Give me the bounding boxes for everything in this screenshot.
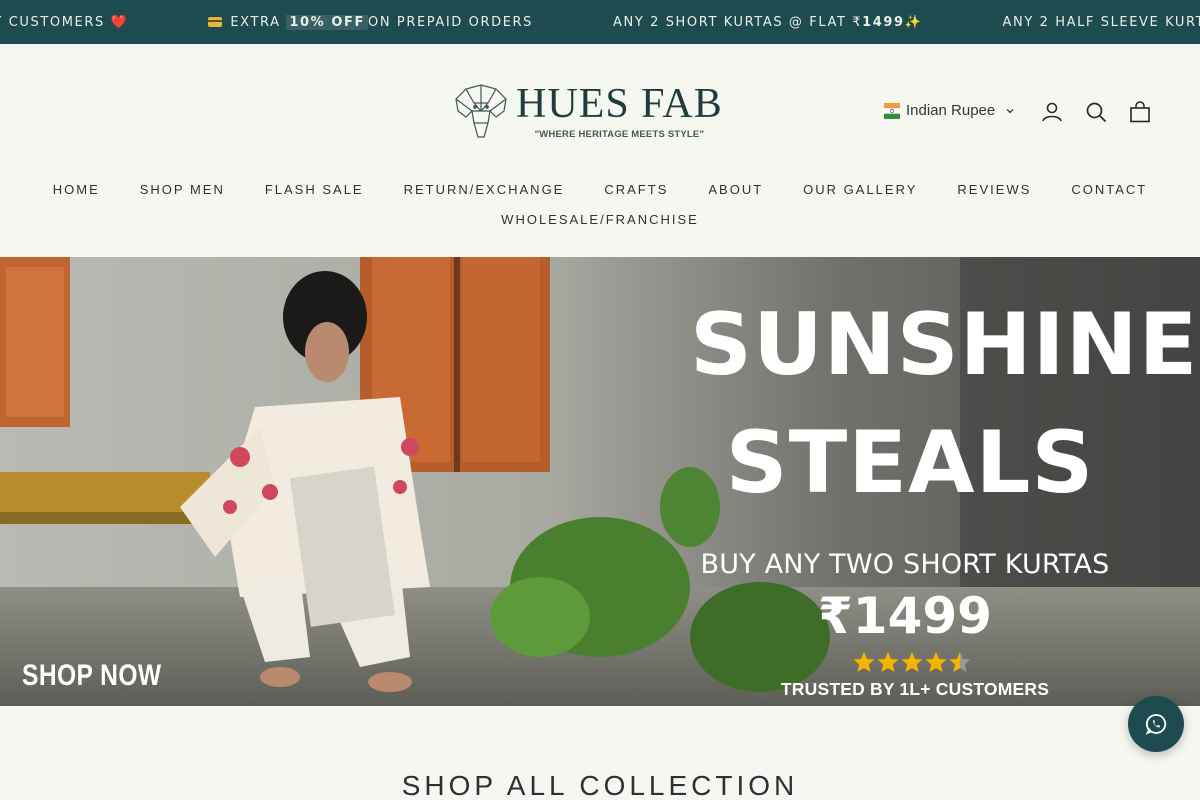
shop-now-button[interactable]: SHOP NOW [22,659,162,693]
brand-logo[interactable]: HUES FAB "WHERE HERITAGE MEETS STYLE" [452,80,727,142]
account-icon[interactable] [1040,100,1064,124]
hero-offer-text: BUY ANY TWO SHORT KURTAS [700,549,1110,580]
search-icon[interactable] [1084,100,1108,124]
hero-price: ₹1499 [818,587,992,645]
cart-bag-icon[interactable] [1128,100,1152,124]
nav-row-secondary: WHOLESALE/FRANCHISE [0,210,1200,230]
nav-item-contact[interactable]: CONTACT [1051,180,1167,200]
logo-tagline: "WHERE HERITAGE MEETS STYLE" [534,128,705,140]
nav-row-primary: HOME SHOP MEN FLASH SALE RETURN/EXCHANGE… [0,180,1200,200]
india-flag-icon [884,102,900,119]
nav-item-crafts[interactable]: CRAFTS [584,180,688,200]
announcement-message-half-sleeve: ANY 2 HALF SLEEVE KURTAS [1002,14,1200,30]
currency-label: Indian Rupee [906,102,996,119]
whatsapp-chat-button[interactable] [1128,696,1184,752]
hero-headline-line1: SUNSHINE [690,295,1199,395]
nav-item-wholesale-franchise[interactable]: WHOLESALE/FRANCHISE [481,210,719,230]
trusted-badge: TRUSTED BY 1L+ CUSTOMERS [780,679,1050,699]
announcement-track: 1 LAKH+ HAPPY CUSTOMERS ❤️ EXTRA 10% OFF… [0,0,1200,44]
hero-headline-line2: STEALS [725,413,1095,513]
nav-item-our-gallery[interactable]: OUR GALLERY [783,180,937,200]
site-header: HUES FAB "WHERE HERITAGE MEETS STYLE" In… [0,44,1200,257]
chevron-down-icon [1006,108,1014,113]
star-icon [925,652,947,672]
announcement-message-kurtas: ANY 2 SHORT KURTAS @ FLAT ₹1499 ✨ [613,14,923,30]
credit-card-icon [208,17,223,27]
section-title: SHOP ALL COLLECTION [401,770,799,800]
star-icon [877,652,899,672]
nav-item-shop-men[interactable]: SHOP MEN [120,180,245,200]
nav-item-reviews[interactable]: REVIEWS [937,180,1051,200]
main-nav: HOME SHOP MEN FLASH SALE RETURN/EXCHANGE… [0,180,1200,230]
nav-item-home[interactable]: HOME [33,180,120,200]
nav-item-flash-sale[interactable]: FLASH SALE [245,180,384,200]
star-icon [853,652,875,672]
logo-text: HUES FAB "WHERE HERITAGE MEETS STYLE" [516,83,723,140]
hero-banner[interactable]: SUNSHINE STEALS BUY ANY TWO SHORT KURTAS… [0,257,1200,706]
half-star-icon [949,652,971,672]
announcement-message-prepaid: EXTRA 10% OFF ON PREPAID ORDERS [208,14,533,30]
whatsapp-icon [1145,714,1167,735]
rating-stars [852,651,972,673]
nav-item-about[interactable]: ABOUT [688,180,783,200]
star-icon [901,652,923,672]
nav-item-return-exchange[interactable]: RETURN/EXCHANGE [384,180,585,200]
announcement-message-customers: 1 LAKH+ HAPPY CUSTOMERS ❤️ [0,14,129,30]
currency-selector[interactable]: Indian Rupee [884,102,1015,119]
announcement-bar: 1 LAKH+ HAPPY CUSTOMERS ❤️ EXTRA 10% OFF… [0,0,1200,44]
logo-name: HUES FAB [516,80,723,127]
elephant-logo-icon [455,84,507,138]
